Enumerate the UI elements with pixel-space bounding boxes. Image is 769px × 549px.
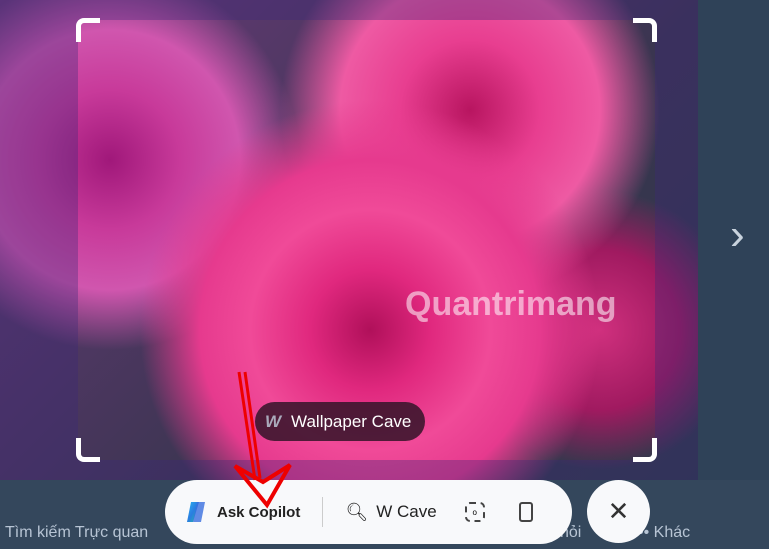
- visual-search-label[interactable]: Tìm kiếm Trực quan: [5, 524, 148, 542]
- search-label: W Cave: [376, 502, 437, 521]
- watermark: Quantrimang: [405, 285, 617, 323]
- more-label: Khác: [653, 524, 691, 541]
- copilot-icon: [187, 502, 205, 522]
- close-icon: ✕: [607, 496, 630, 526]
- source-label: Wallpaper Cave: [291, 411, 412, 431]
- search-button[interactable]: 🔍︎ W Cave: [345, 502, 436, 523]
- crop-handle-br[interactable]: [633, 438, 657, 462]
- crop-handle-tl[interactable]: [76, 18, 100, 42]
- divider: [322, 497, 324, 527]
- close-button[interactable]: ✕: [587, 480, 650, 543]
- copy-icon[interactable]: [518, 502, 533, 522]
- text-extract-icon[interactable]: o: [464, 502, 485, 522]
- next-chevron-icon[interactable]: ›: [730, 210, 745, 260]
- crop-handle-bl[interactable]: [76, 438, 100, 462]
- search-icon: 🔍︎: [345, 501, 369, 522]
- red-arrow-annotation: [233, 371, 292, 509]
- crop-handle-tr[interactable]: [633, 18, 657, 42]
